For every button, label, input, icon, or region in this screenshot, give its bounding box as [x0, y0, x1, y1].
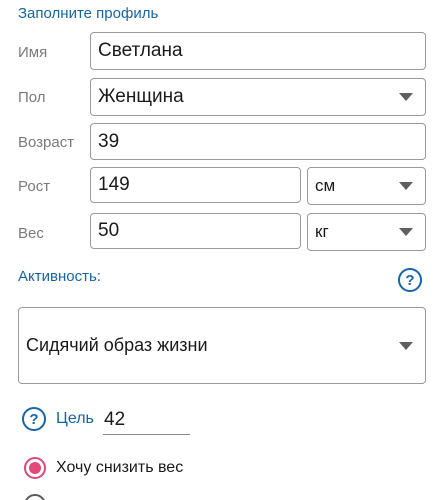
name-label: Имя: [18, 44, 48, 61]
height-label: Рост: [18, 178, 51, 195]
height-unit-value: см: [315, 176, 336, 195]
name-field[interactable]: Светлана: [90, 32, 426, 70]
radio-lose-weight[interactable]: [24, 457, 46, 479]
activity-select[interactable]: Сидячий образ жизни: [18, 307, 426, 384]
weight-label: Вес: [18, 225, 44, 242]
form-title: Заполните профиль: [18, 5, 159, 22]
weight-field[interactable]: 50: [90, 213, 301, 249]
chevron-down-icon: [399, 341, 413, 350]
goal-label: Цель: [56, 410, 94, 427]
gender-value: Женщина: [98, 86, 184, 107]
radio-next-option[interactable]: [24, 494, 46, 500]
gender-label: Пол: [18, 89, 46, 106]
height-unit-select[interactable]: см: [307, 167, 426, 205]
weight-unit-select[interactable]: кг: [307, 213, 426, 251]
age-label: Возраст: [18, 134, 75, 151]
activity-value: Сидячий образ жизни: [26, 335, 208, 355]
weight-value: 50: [98, 220, 120, 241]
age-value: 39: [98, 130, 120, 152]
activity-label: Активность:: [18, 268, 101, 285]
height-field[interactable]: 149: [90, 167, 301, 203]
height-value: 149: [98, 174, 130, 195]
chevron-down-icon: [399, 93, 413, 101]
name-value: Светлана: [98, 40, 183, 61]
radio-lose-weight-label[interactable]: Хочу снизить вес: [56, 459, 183, 477]
gender-select[interactable]: Женщина: [90, 78, 426, 116]
chevron-down-icon: [399, 228, 413, 236]
weight-unit-value: кг: [315, 222, 329, 241]
goal-input[interactable]: 42: [103, 404, 190, 435]
chevron-down-icon: [399, 182, 413, 190]
help-icon[interactable]: ?: [398, 268, 422, 292]
age-field[interactable]: 39: [90, 123, 426, 160]
help-icon[interactable]: ?: [22, 407, 46, 431]
radio-selected-dot: [29, 462, 41, 474]
